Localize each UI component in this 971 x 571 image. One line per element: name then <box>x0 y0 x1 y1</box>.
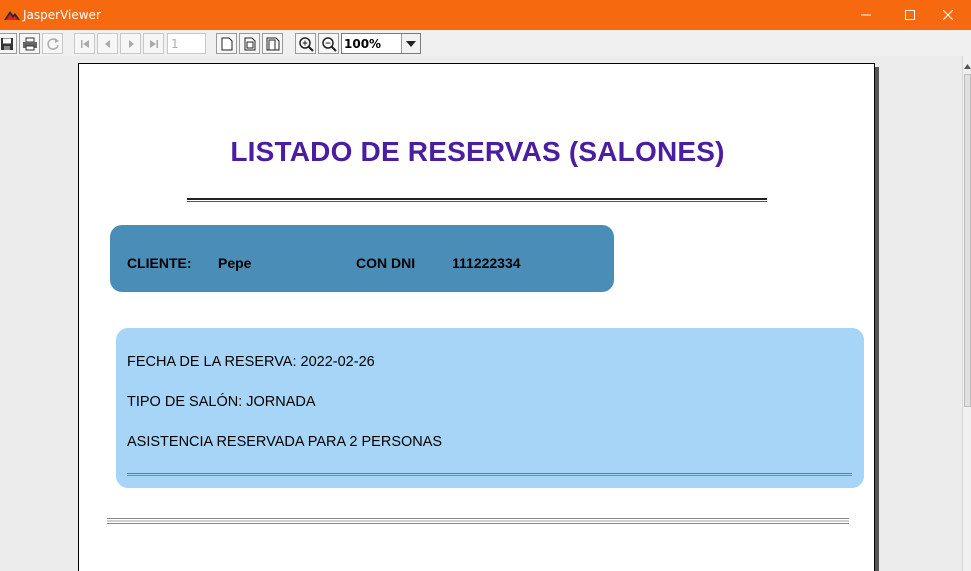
save-button[interactable] <box>0 33 17 54</box>
close-button[interactable] <box>925 0 971 30</box>
chevron-down-icon <box>406 40 416 47</box>
minimize-button[interactable] <box>843 0 889 30</box>
window-title: JasperViewer <box>23 8 101 22</box>
reservation-divider <box>127 473 852 476</box>
last-page-icon <box>149 39 158 48</box>
previous-page-button[interactable] <box>97 33 118 54</box>
zoom-out-icon <box>321 36 337 52</box>
page-number-input[interactable]: 1 <box>167 33 206 54</box>
scroll-up-button[interactable] <box>963 58 971 72</box>
zoom-dropdown-button[interactable] <box>401 34 420 53</box>
reservation-box: FECHA DE LA RESERVA: 2022-02-26 TIPO DE … <box>116 328 864 488</box>
minimize-icon <box>861 14 871 16</box>
dni-value: 111222334 <box>452 255 521 271</box>
zoom-out-button[interactable] <box>318 33 339 54</box>
fit-page-button[interactable] <box>239 33 260 54</box>
window-titlebar: JasperViewer <box>0 0 971 30</box>
reservation-attendance: ASISTENCIA RESERVADA PARA 2 PERSONAS <box>127 434 443 450</box>
report-title: LISTADO DE RESERVAS (SALONES) <box>230 136 725 167</box>
zoom-in-icon <box>298 36 314 52</box>
last-page-button[interactable] <box>143 33 164 54</box>
reservation-date: FECHA DE LA RESERVA: 2022-02-26 <box>127 354 375 370</box>
scrollbar-thumb[interactable] <box>964 74 971 407</box>
fit-page-icon <box>244 37 255 50</box>
first-page-button[interactable] <box>74 33 95 54</box>
client-box: CLIENTE: Pepe CON DNI 111222334 <box>110 225 614 292</box>
save-icon <box>0 37 13 50</box>
actual-size-button[interactable] <box>216 33 237 54</box>
reservation-type: TIPO DE SALÓN: JORNADA <box>127 394 316 410</box>
viewer-toolbar: 1 100% <box>0 30 971 56</box>
zoom-in-button[interactable] <box>295 33 316 54</box>
vertical-scrollbar[interactable] <box>962 56 971 571</box>
next-page-icon <box>128 39 134 48</box>
print-button[interactable] <box>19 33 40 54</box>
client-label: CLIENTE: <box>127 255 192 271</box>
reload-button[interactable] <box>42 33 63 54</box>
fit-width-icon <box>266 37 279 50</box>
close-icon <box>943 10 953 20</box>
dni-label: CON DNI <box>356 255 416 271</box>
zoom-select[interactable]: 100% <box>341 33 421 54</box>
report-page: LISTADO DE RESERVAS (SALONES) CLIENTE: P… <box>78 63 875 571</box>
actual-size-icon <box>221 37 232 50</box>
previous-page-icon <box>104 39 110 48</box>
zoom-value: 100% <box>344 37 382 51</box>
fit-width-button[interactable] <box>262 33 283 54</box>
first-page-icon <box>80 39 89 48</box>
chevron-up-icon <box>964 64 971 69</box>
print-icon <box>22 37 37 50</box>
report-viewer: LISTADO DE RESERVAS (SALONES) CLIENTE: P… <box>0 56 962 571</box>
jasper-logo-icon <box>4 11 20 20</box>
client-name: Pepe <box>218 255 252 271</box>
reload-icon <box>46 37 59 50</box>
maximize-icon <box>905 10 915 20</box>
section-divider <box>107 518 849 524</box>
title-divider <box>187 198 767 202</box>
next-page-button[interactable] <box>120 33 141 54</box>
